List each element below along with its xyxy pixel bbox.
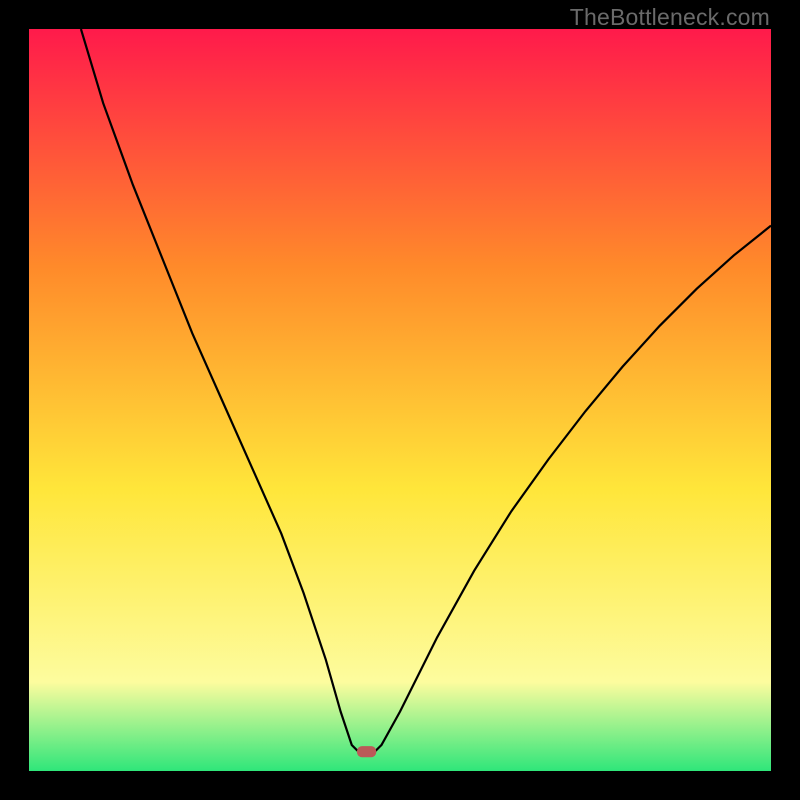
chart-plot [29, 29, 771, 771]
watermark-text: TheBottleneck.com [570, 4, 770, 31]
chart-background [29, 29, 771, 771]
chart-frame: TheBottleneck.com [0, 0, 800, 800]
highlight-marker [357, 746, 376, 757]
